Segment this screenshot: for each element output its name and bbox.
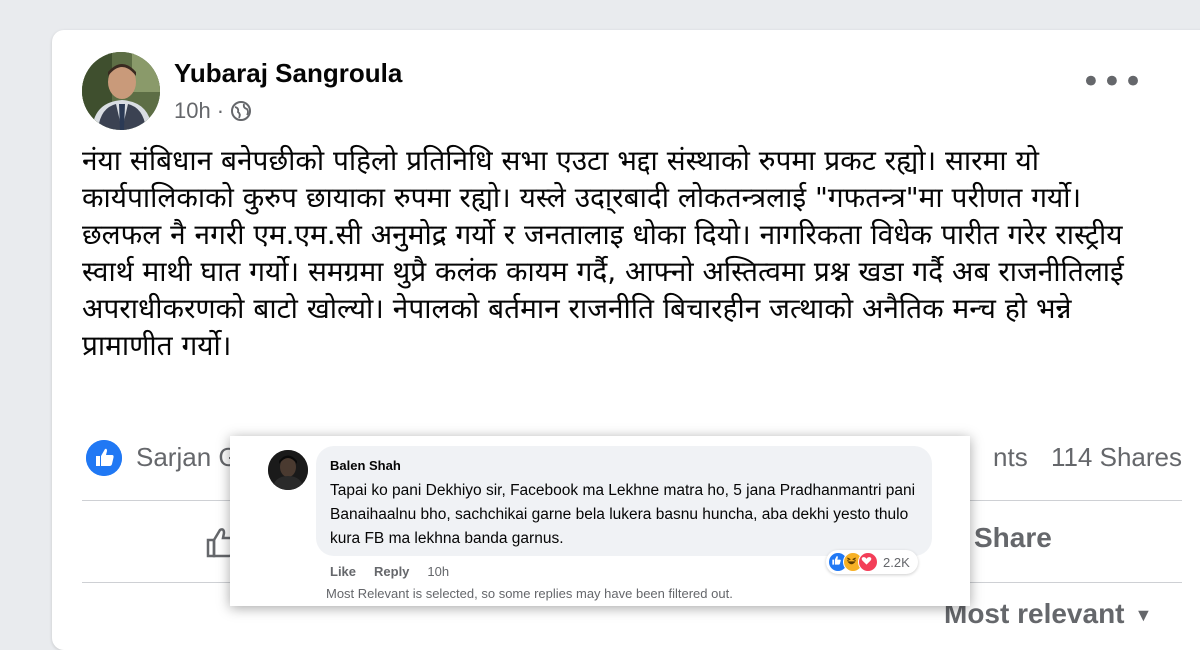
- author-name[interactable]: Yubaraj Sangroula: [174, 58, 402, 89]
- comment-card: Balen Shah Tapai ko pani Dekhiyo sir, Fa…: [230, 436, 970, 606]
- shares-count[interactable]: 114 Shares: [1051, 442, 1182, 472]
- reaction-count: 2.2K: [883, 554, 910, 570]
- commenter-name[interactable]: Balen Shah: [330, 458, 401, 473]
- more-options-icon[interactable]: •••: [1081, 65, 1144, 99]
- caret-down-icon: ▼: [1134, 605, 1153, 626]
- globe-icon[interactable]: [230, 100, 252, 122]
- like-reaction-icon[interactable]: [86, 440, 122, 476]
- meta-separator: ·: [216, 98, 225, 123]
- post-body: नंया संबिधान बनेपछीको पहिलो प्रतिनिधि सभ…: [82, 142, 1162, 364]
- author-avatar[interactable]: [82, 52, 160, 130]
- post-paragraph-1: नंया संबिधान बनेपछीको पहिलो प्रतिनिधि सभ…: [82, 144, 1082, 214]
- comment-bubble: Balen Shah Tapai ko pani Dekhiyo sir, Fa…: [316, 446, 932, 556]
- filter-note: Most Relevant is selected, so some repli…: [326, 586, 733, 601]
- commenter-avatar[interactable]: [268, 450, 308, 490]
- comment-sort-dropdown[interactable]: Most relevant ▼: [944, 598, 1152, 630]
- love-reaction-icon: [858, 552, 878, 572]
- comment-reply-button[interactable]: Reply: [374, 564, 409, 579]
- comment-like-button[interactable]: Like: [330, 564, 356, 579]
- comments-count[interactable]: nts: [993, 442, 1028, 472]
- comment-reactions[interactable]: 2.2K: [826, 550, 918, 574]
- post-counts: nts 114 Shares: [993, 442, 1182, 473]
- post-paragraph-2: छलफल नै नगरी एम.एम.सी अनुमोद्र गर्यो र ज…: [82, 218, 1124, 362]
- share-button[interactable]: Share: [974, 522, 1052, 554]
- comment-timestamp[interactable]: 10h: [427, 564, 449, 579]
- comment-text: Tapai ko pani Dekhiyo sir, Facebook ma L…: [330, 482, 916, 547]
- post-timestamp[interactable]: 10h: [174, 98, 211, 124]
- sort-label: Most relevant: [944, 598, 1125, 629]
- comment-actions: Like Reply 10h: [330, 564, 449, 579]
- post-meta: 10h ·: [174, 98, 252, 124]
- reactors-text[interactable]: Sarjan G: [136, 442, 239, 473]
